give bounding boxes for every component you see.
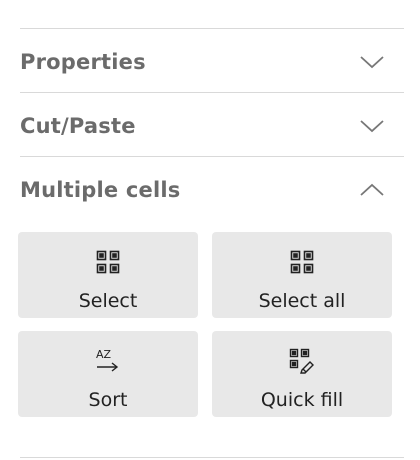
quick-fill-icon xyxy=(289,347,315,375)
divider xyxy=(20,156,404,157)
top-divider xyxy=(20,28,404,29)
section-properties-title: Properties xyxy=(20,50,146,74)
divider xyxy=(20,92,404,93)
grid-icon xyxy=(96,248,120,276)
chevron-down-icon xyxy=(358,48,386,76)
quick-fill-button[interactable]: Quick fill xyxy=(212,331,392,417)
section-cut-paste[interactable]: Cut/Paste xyxy=(20,96,404,156)
select-button[interactable]: Select xyxy=(18,232,198,318)
sort-label: Sort xyxy=(88,389,128,411)
chevron-up-icon xyxy=(358,176,386,204)
sort-icon-text: AZ xyxy=(96,348,112,361)
sort-button[interactable]: AZ Sort xyxy=(18,331,198,417)
sort-az-icon: AZ xyxy=(94,347,122,375)
section-properties[interactable]: Properties xyxy=(20,32,404,92)
chevron-down-icon xyxy=(358,112,386,140)
select-label: Select xyxy=(78,290,138,312)
section-multiple-cells-title: Multiple cells xyxy=(20,178,181,202)
section-multiple-cells[interactable]: Multiple cells xyxy=(20,160,404,220)
section-cut-paste-title: Cut/Paste xyxy=(20,114,136,138)
bottom-divider xyxy=(20,457,404,458)
quick-fill-label: Quick fill xyxy=(260,389,344,411)
select-all-button[interactable]: Select all xyxy=(212,232,392,318)
grid-icon xyxy=(290,248,314,276)
select-all-label: Select all xyxy=(258,290,346,312)
